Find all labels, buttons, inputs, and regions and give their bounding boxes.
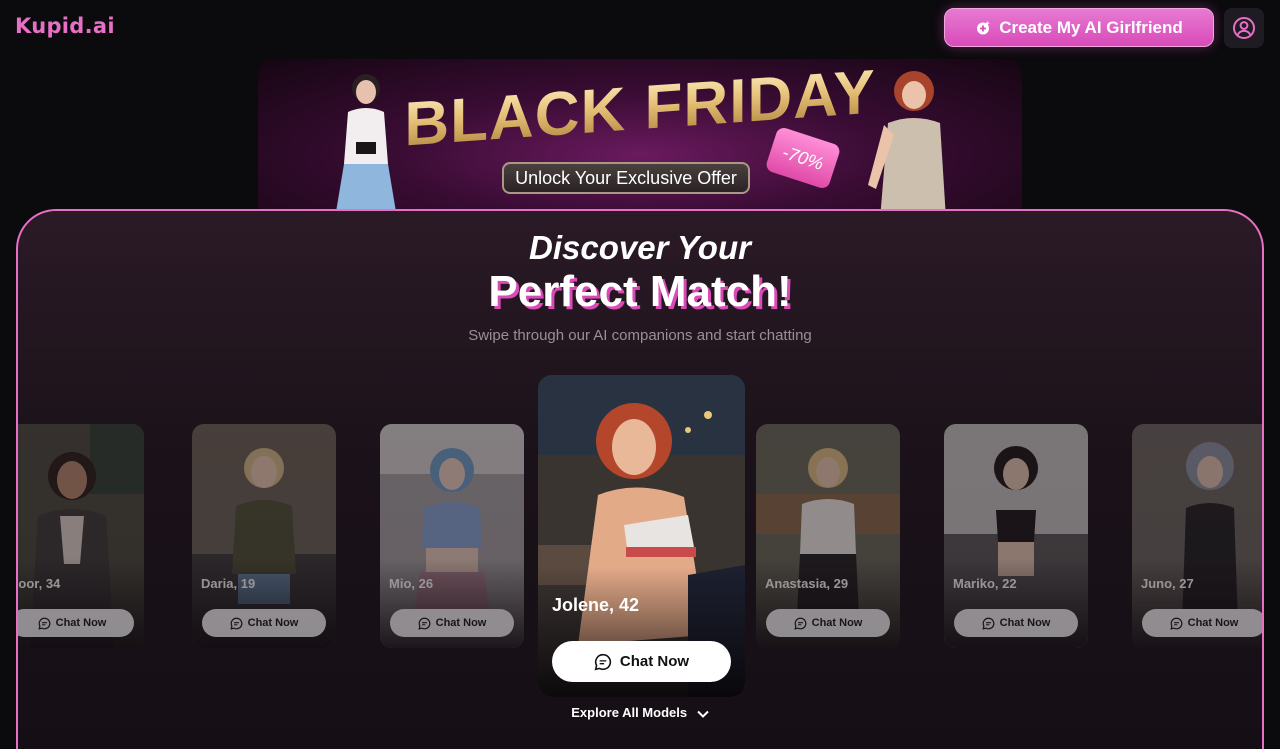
featured-chat-now-label: Chat Now — [619, 653, 690, 670]
model-name: Mio, 26 — [389, 576, 434, 591]
model-name: Juno, 27 — [1141, 576, 1194, 591]
chat-now-label: Chat Now — [435, 617, 487, 629]
featured-chat-now-button[interactable]: Chat Now — [552, 641, 731, 682]
chat-now-label: Chat Now — [1187, 617, 1239, 629]
banner-model-right-image — [868, 71, 946, 219]
model-name: Mariko, 22 — [953, 576, 1017, 591]
discount-tag: -70% — [764, 125, 842, 191]
user-circle-icon — [1233, 17, 1255, 39]
black-friday-banner[interactable]: BLACK FRIDAY Unlock Your Exclusive Offer… — [258, 59, 1022, 219]
chat-now-button[interactable]: Chat Now — [954, 609, 1078, 637]
hero-title-line1: Discover Your — [529, 229, 751, 266]
featured-model-card[interactable]: Jolene, 42 Chat Now — [538, 375, 745, 697]
model-name: Noor, 34 — [18, 576, 61, 591]
model-card[interactable]: Mio, 26 Chat Now — [380, 424, 524, 648]
chat-now-button[interactable]: Chat Now — [1142, 609, 1262, 637]
chat-bubble-icon — [418, 617, 431, 630]
chat-bubble-icon — [794, 617, 807, 630]
model-card[interactable]: Juno, 27 Chat Now — [1132, 424, 1262, 648]
chat-bubble-icon — [982, 617, 995, 630]
chat-bubble-icon — [38, 617, 51, 630]
chat-bubble-icon — [594, 653, 612, 670]
chat-now-button[interactable]: Chat Now — [202, 609, 326, 637]
profile-button[interactable] — [1224, 8, 1264, 48]
discover-panel: Discover Your Perfect Match! Swipe throu… — [16, 209, 1264, 749]
create-ai-girlfriend-button[interactable]: Create My AI Girlfriend — [944, 8, 1214, 47]
create-ai-girlfriend-label: Create My AI Girlfriend — [999, 17, 1183, 37]
chat-now-label: Chat Now — [247, 617, 299, 629]
chat-now-button[interactable]: Chat Now — [766, 609, 890, 637]
unlock-offer-button[interactable]: Unlock Your Exclusive Offer — [502, 162, 750, 194]
chevron-down-icon — [697, 710, 709, 718]
explore-all-models-label: Explore All Models — [571, 705, 688, 720]
chat-now-button[interactable]: Chat Now — [390, 609, 514, 637]
featured-model-name: Jolene, 42 — [552, 595, 640, 615]
model-name: Daria, 19 — [201, 576, 256, 591]
chat-now-label: Chat Now — [999, 617, 1051, 629]
hero-subtitle: Swipe through our AI companions and star… — [468, 327, 812, 344]
chat-bubble-icon — [1170, 617, 1183, 630]
model-name: Anastasia, 29 — [765, 576, 849, 591]
model-card[interactable]: Daria, 19 Chat Now — [192, 424, 336, 648]
chat-now-button[interactable]: Chat Now — [18, 609, 134, 637]
explore-all-models-link[interactable]: Explore All Models — [18, 705, 1262, 720]
chat-now-label: Chat Now — [55, 617, 107, 629]
logo[interactable]: Kupid.ai — [15, 14, 115, 38]
model-card[interactable]: Anastasia, 29 Chat Now — [756, 424, 900, 648]
model-card[interactable]: Mariko, 22 Chat Now — [944, 424, 1088, 648]
sparkle-plus-icon — [977, 20, 991, 34]
chat-now-label: Chat Now — [811, 617, 863, 629]
model-card[interactable]: Noor, 34 Chat Now — [18, 424, 144, 648]
chat-bubble-icon — [230, 617, 243, 630]
hero-title-line2: Perfect Match! — [488, 267, 792, 316]
